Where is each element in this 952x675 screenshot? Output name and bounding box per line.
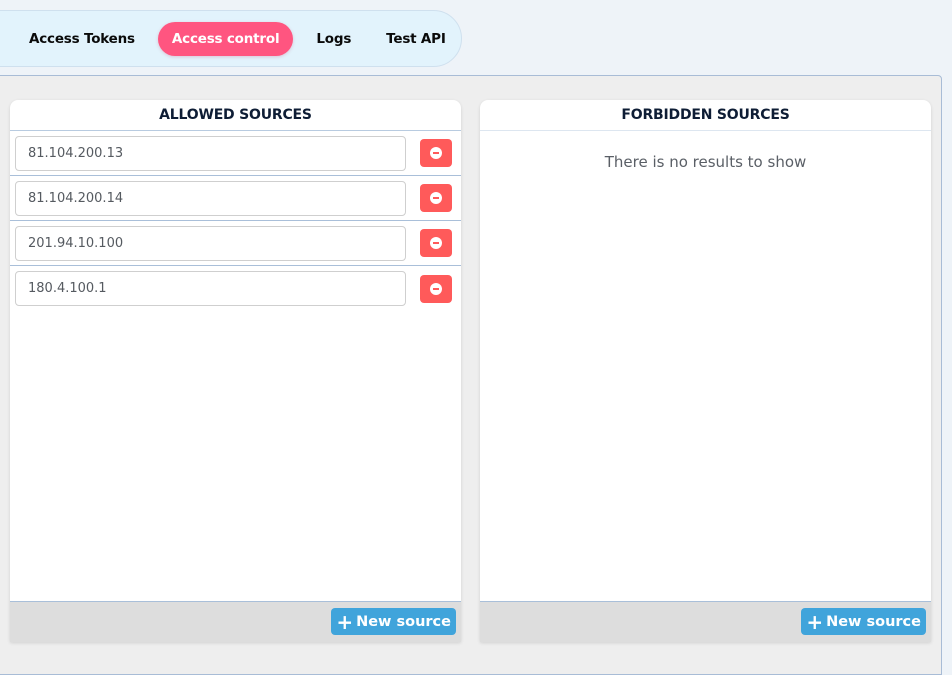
forbidden-sources-title: FORBIDDEN SOURCES: [480, 100, 931, 131]
new-forbidden-source-button[interactable]: + New source: [801, 608, 926, 635]
tab-test-api[interactable]: Test API: [374, 22, 458, 56]
remove-source-button[interactable]: [420, 184, 452, 212]
minus-circle-icon: [430, 192, 442, 204]
source-row: [10, 131, 461, 176]
new-source-label: New source: [356, 613, 451, 630]
tab-access-tokens[interactable]: Access Tokens: [17, 22, 147, 56]
minus-circle-icon: [430, 147, 442, 159]
empty-message: There is no results to show: [604, 153, 807, 171]
source-input[interactable]: [15, 135, 406, 171]
source-row: [10, 266, 461, 311]
new-source-label: New source: [826, 613, 921, 630]
source-input[interactable]: [15, 271, 406, 306]
source-row: [10, 221, 461, 266]
allowed-panel-footer: + New source: [10, 601, 461, 642]
tab-logs[interactable]: Logs: [304, 22, 363, 56]
allowed-sources-panel: ALLOWED SOURCES + New source: [10, 100, 461, 642]
plus-icon: +: [336, 609, 354, 634]
minus-circle-icon: [430, 237, 442, 249]
source-input[interactable]: [15, 225, 406, 261]
forbidden-sources-panel: FORBIDDEN SOURCES There is no results to…: [480, 100, 931, 642]
source-input[interactable]: [15, 180, 406, 216]
remove-source-button[interactable]: [420, 139, 452, 167]
forbidden-panel-footer: + New source: [480, 601, 931, 642]
tab-access-control[interactable]: Access control: [157, 21, 294, 56]
remove-source-button[interactable]: [420, 274, 452, 303]
plus-icon: +: [806, 609, 824, 634]
source-row: [10, 176, 461, 221]
remove-source-button[interactable]: [420, 229, 452, 257]
minus-circle-icon: [430, 282, 442, 295]
allowed-sources-title: ALLOWED SOURCES: [10, 100, 461, 131]
new-allowed-source-button[interactable]: + New source: [331, 608, 456, 635]
tab-bar: Access Tokens Access control Logs Test A…: [0, 10, 462, 67]
